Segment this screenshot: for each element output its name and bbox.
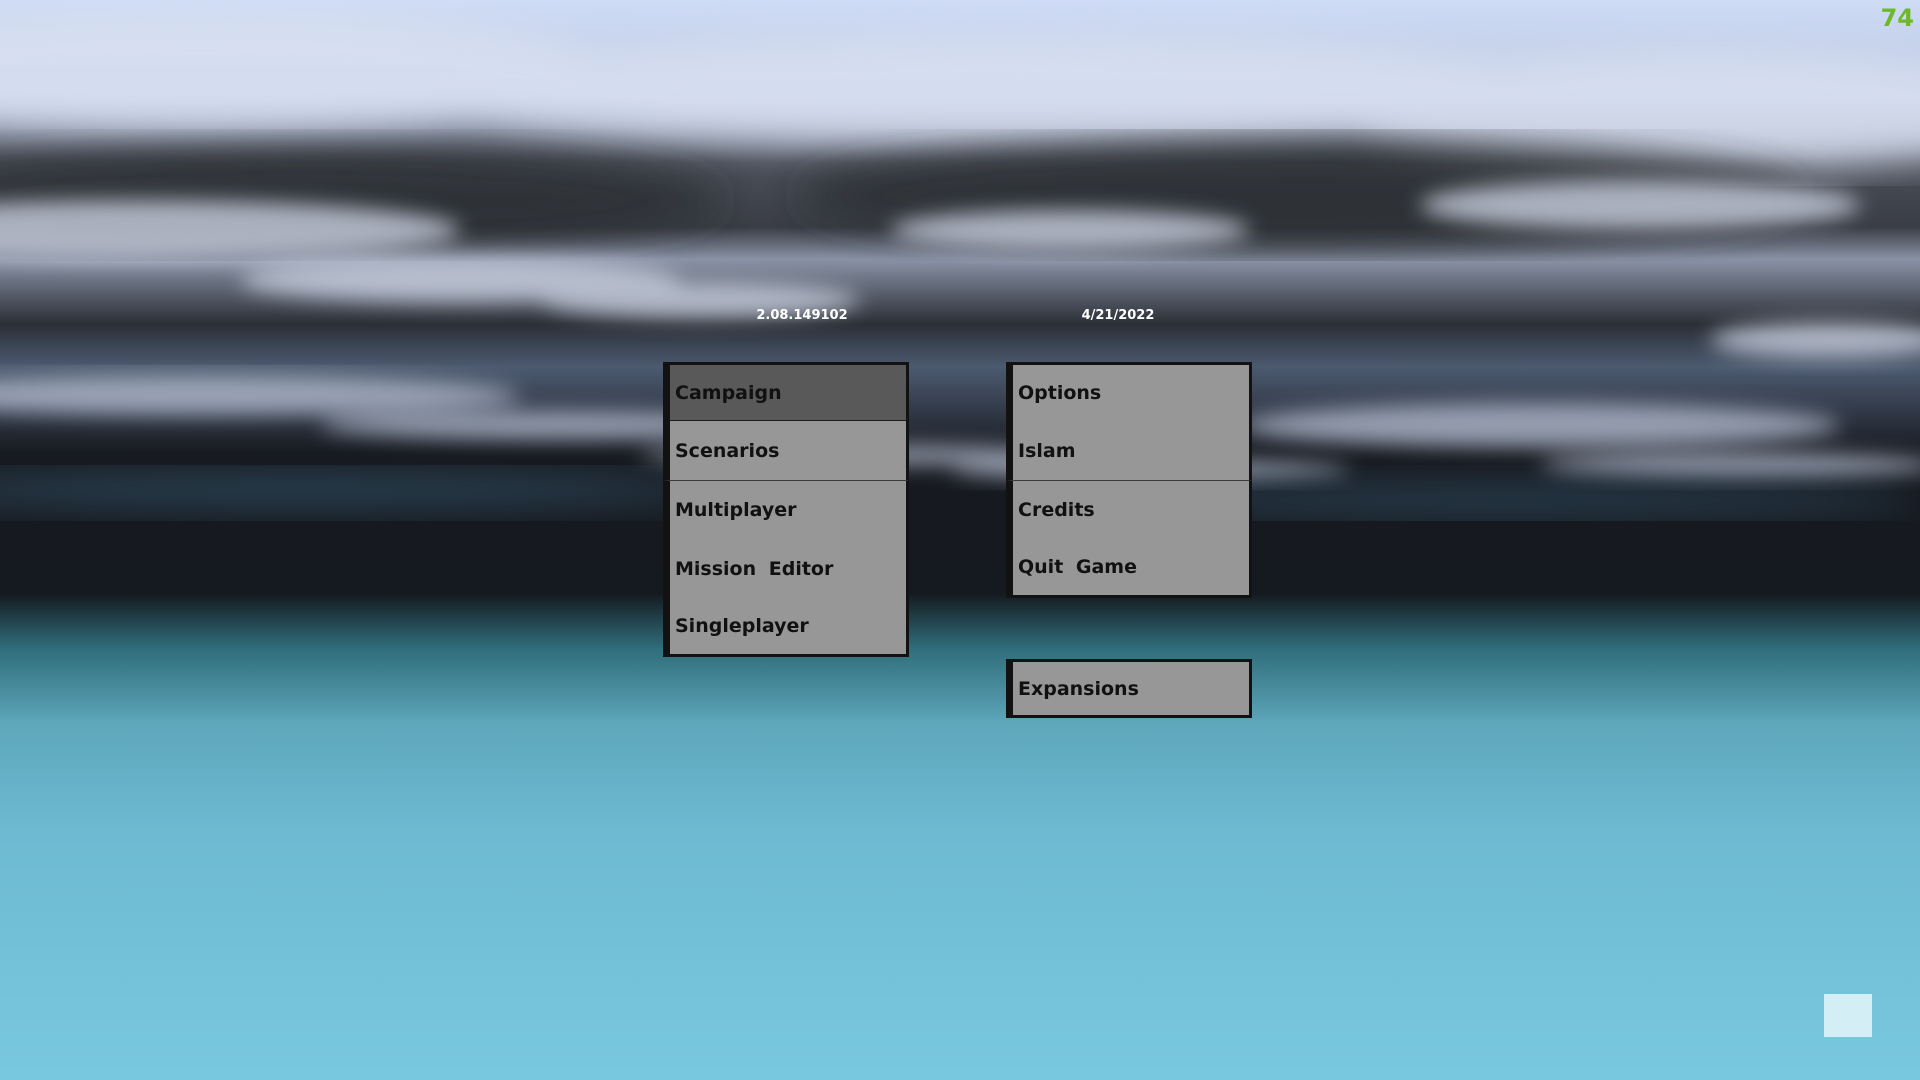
multiplayer-button[interactable]: Multiplayer [663,480,909,539]
expansions-menu: Expansions [1006,659,1252,718]
quit-game-button-label: Quit Game [1018,556,1137,578]
credits-button[interactable]: Credits [1006,480,1252,539]
version-label: 2.08.149102 [756,308,848,323]
multiplayer-button-label: Multiplayer [675,499,797,521]
campaign-button-label: Campaign [675,382,782,404]
main-menu-left: Campaign Scenarios Multiplayer Mission E… [663,362,909,657]
mission-editor-button-label: Mission Editor [675,557,834,580]
options-button[interactable]: Options [1006,362,1252,421]
options-button-label: Options [1018,382,1102,404]
fps-counter: 74 [1880,4,1914,32]
expansions-button-label: Expansions [1018,677,1139,700]
islam-button[interactable]: Islam [1006,421,1252,480]
main-menu-right: Options Islam Credits Quit Game [1006,362,1252,598]
islam-button-label: Islam [1018,439,1076,462]
sky-background [0,10,1920,516]
scenarios-button-label: Scenarios [675,439,780,462]
scenarios-button[interactable]: Scenarios [663,421,909,480]
mission-editor-button[interactable]: Mission Editor [663,539,909,598]
quit-game-button[interactable]: Quit Game [1006,539,1252,598]
expansions-button[interactable]: Expansions [1006,659,1252,718]
corner-widget[interactable] [1824,994,1872,1037]
credits-button-label: Credits [1018,499,1095,521]
singleplayer-button-label: Singleplayer [675,615,809,637]
campaign-button[interactable]: Campaign [663,362,909,422]
singleplayer-button[interactable]: Singleplayer [663,598,909,657]
date-label: 4/21/2022 [1081,308,1155,323]
